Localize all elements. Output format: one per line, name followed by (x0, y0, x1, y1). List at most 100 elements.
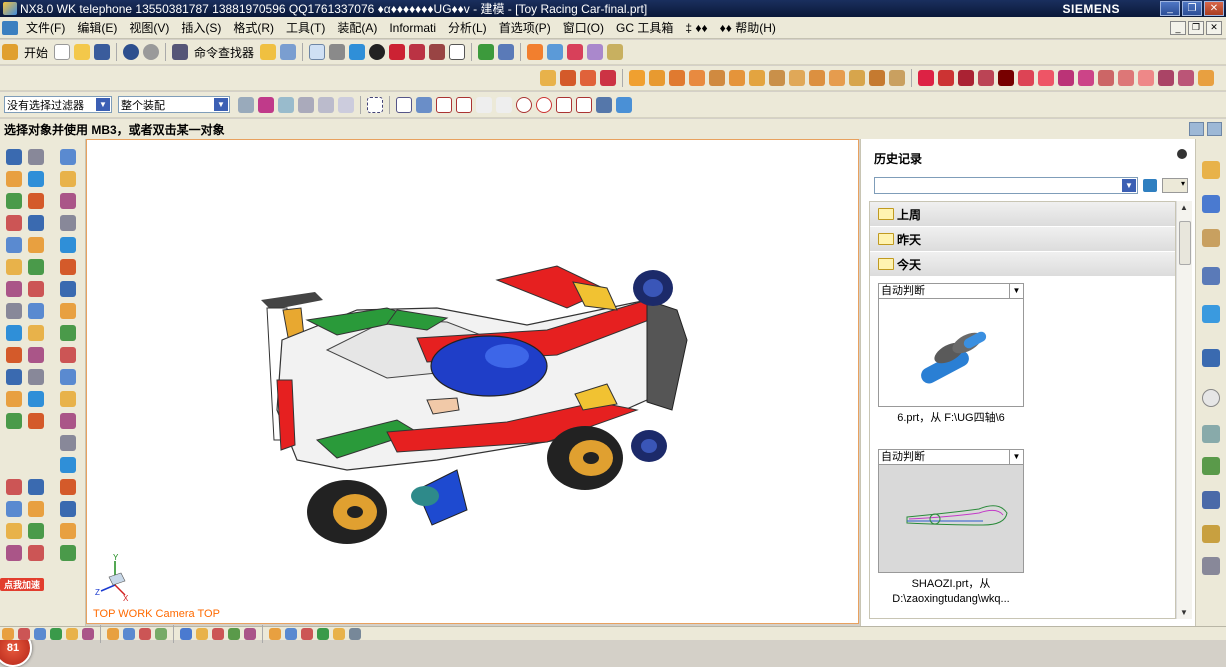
arc-curve-icon[interactable] (938, 70, 954, 86)
graphics-window[interactable]: Y Z X TOP WORK Camera TOP (86, 139, 859, 624)
history-scrollbar[interactable]: ▲ ▼ (1176, 201, 1192, 619)
menu-insert[interactable]: 插入(S) (175, 19, 227, 36)
arc-icon[interactable] (600, 70, 616, 86)
left-tool-icon[interactable] (60, 479, 76, 495)
brush-icon[interactable] (607, 44, 624, 60)
left-tool-icon[interactable] (6, 325, 22, 341)
left-tool-icon[interactable] (60, 391, 76, 407)
link-icon[interactable] (278, 96, 294, 113)
sketch-icon[interactable] (540, 70, 556, 86)
minimize-button[interactable]: _ (1160, 1, 1180, 16)
group-yesterday[interactable]: 昨天 (870, 227, 1175, 252)
status-icon[interactable] (1207, 122, 1222, 136)
left-tool-icon[interactable] (6, 193, 22, 209)
left-tool-icon[interactable] (60, 545, 76, 561)
left-tool-icon[interactable] (60, 215, 76, 231)
left-tool-icon[interactable] (6, 413, 22, 429)
bottom-tool-icon[interactable] (18, 627, 30, 640)
left-tool-icon[interactable] (60, 501, 76, 517)
snap-bounded-icon[interactable] (616, 96, 632, 113)
wand-icon[interactable] (547, 44, 564, 60)
solid-2-icon[interactable] (429, 44, 446, 60)
left-tool-icon[interactable] (6, 171, 22, 187)
solid-icon[interactable] (409, 44, 426, 60)
history-entry[interactable]: 自动判断 ▼ SHAOZI.prt，从 D:\zaoxingtudang\wkq.… (878, 449, 1024, 607)
bottom-tool-icon[interactable] (107, 627, 119, 640)
left-tool-icon[interactable] (28, 501, 44, 517)
folder-icon[interactable] (260, 44, 277, 60)
groove-icon[interactable] (769, 70, 785, 86)
left-tool-icon[interactable] (28, 479, 44, 495)
left-tool-icon[interactable] (6, 369, 22, 385)
eraser-icon[interactable] (567, 44, 584, 60)
history-filter-select[interactable]: ▼ (874, 177, 1138, 194)
scroll-up-icon[interactable]: ▲ (1180, 203, 1188, 212)
rectangle-icon[interactable] (958, 70, 974, 86)
start-menu-button[interactable]: 开始 (24, 44, 48, 61)
snap-on-face-icon[interactable] (596, 96, 612, 113)
left-tool-icon[interactable] (60, 435, 76, 451)
offset-curve-icon[interactable] (1018, 70, 1034, 86)
pad-icon[interactable] (729, 70, 745, 86)
split-curve-icon[interactable] (1178, 70, 1194, 86)
bottom-tool-icon[interactable] (155, 627, 167, 640)
web-browser-icon[interactable] (1202, 305, 1220, 323)
left-tool-icon[interactable] (60, 281, 76, 297)
left-tool-icon[interactable] (28, 193, 44, 209)
analysis-icon[interactable] (527, 44, 544, 60)
tool-icon[interactable] (280, 44, 297, 60)
reuse-library-icon[interactable] (1202, 267, 1220, 285)
menu-window[interactable]: 窗口(O) (557, 19, 610, 36)
doc-minimize-button[interactable]: _ (1170, 20, 1186, 35)
left-tool-icon[interactable] (28, 347, 44, 363)
open-folder-icon[interactable] (74, 44, 91, 60)
new-file-icon[interactable] (54, 44, 71, 60)
join-icon[interactable] (1158, 70, 1174, 86)
red-solid-icon[interactable] (389, 44, 406, 60)
extrude-icon[interactable] (629, 70, 645, 86)
snap-icon[interactable] (258, 96, 274, 113)
left-tool-icon[interactable] (60, 149, 76, 165)
car-model-render[interactable] (87, 140, 858, 623)
select-bodies-icon[interactable] (338, 96, 354, 113)
shaded-cube-icon[interactable] (349, 44, 366, 60)
snap-midpoint-icon[interactable] (416, 96, 432, 113)
menu-edit[interactable]: 编辑(E) (71, 19, 123, 36)
command-finder-button[interactable]: 命令查找器 (194, 44, 254, 61)
pattern-icon[interactable] (889, 70, 905, 86)
left-tool-icon[interactable] (28, 391, 44, 407)
snap-intersection-icon[interactable] (496, 96, 512, 113)
left-tool-icon[interactable] (28, 413, 44, 429)
chamfer-icon[interactable] (809, 70, 825, 86)
draft-icon[interactable] (849, 70, 865, 86)
redo-icon[interactable] (143, 44, 160, 60)
left-tool-icon[interactable] (6, 391, 22, 407)
menu-view[interactable]: 视图(V) (123, 19, 175, 36)
boss-icon[interactable] (689, 70, 705, 86)
menu-gc-toolbox[interactable]: GC 工具箱 (610, 19, 679, 36)
bottom-tool-icon[interactable] (285, 627, 297, 640)
line-icon[interactable] (918, 70, 934, 86)
undo-icon[interactable] (123, 44, 140, 60)
left-tool-icon[interactable] (60, 523, 76, 539)
left-tool-icon[interactable] (6, 479, 22, 495)
status-icon[interactable] (1189, 122, 1204, 136)
paint-icon[interactable] (329, 44, 346, 60)
project-icon[interactable] (1038, 70, 1054, 86)
text-icon[interactable] (998, 70, 1014, 86)
select-faces-icon[interactable] (298, 96, 314, 113)
bottom-tool-icon[interactable] (212, 627, 224, 640)
left-tool-icon[interactable] (28, 215, 44, 231)
rectangle-select-icon[interactable] (367, 96, 383, 113)
left-tool-icon[interactable] (60, 347, 76, 363)
left-tool-icon[interactable] (60, 457, 76, 473)
left-tool-icon[interactable] (6, 523, 22, 539)
scope-select[interactable]: 整个装配 ▼ (118, 96, 230, 113)
bottom-tool-icon[interactable] (123, 627, 135, 640)
plugin-icon[interactable] (478, 44, 495, 60)
mode-select[interactable]: 自动判断 ▼ (878, 283, 1024, 299)
bottom-tool-icon[interactable] (244, 627, 256, 640)
blend-icon[interactable] (789, 70, 805, 86)
bottom-tool-icon[interactable] (196, 627, 208, 640)
shell-icon[interactable] (829, 70, 845, 86)
